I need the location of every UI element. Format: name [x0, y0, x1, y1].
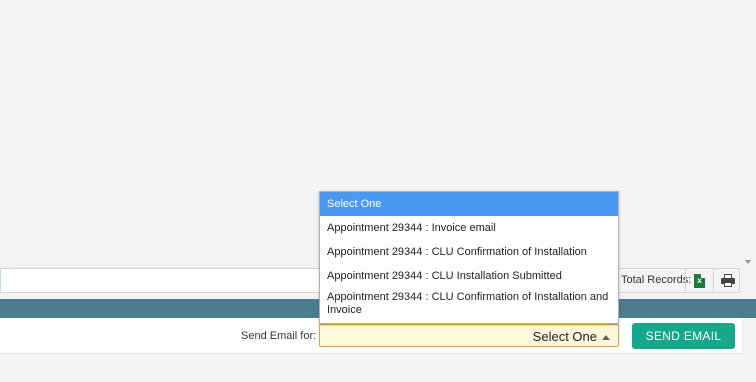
send-email-button[interactable]: SEND EMAIL: [632, 323, 735, 349]
scroll-down-arrow-icon[interactable]: [745, 260, 751, 264]
print-button[interactable]: [713, 269, 741, 292]
dropdown-option[interactable]: Appointment 29344 : Invoice email: [320, 216, 618, 240]
dropdown-option[interactable]: Appointment 29344 : CLU Confirmation of …: [320, 240, 618, 264]
excel-icon: x: [694, 273, 705, 288]
dropdown-option[interactable]: Appointment 29344 : CLU Installation Sub…: [320, 264, 618, 288]
select-current-value: Select One: [532, 329, 597, 344]
send-email-label: Send Email for:: [241, 330, 317, 342]
vertical-scrollbar[interactable]: [742, 0, 756, 268]
dropdown-option[interactable]: Select One: [320, 192, 618, 216]
send-email-dropdown-list: Select One Appointment 29344 : Invoice e…: [319, 191, 619, 324]
bottom-strip: [0, 355, 756, 382]
printer-icon: [720, 274, 735, 287]
export-excel-button[interactable]: x: [685, 269, 713, 292]
caret-up-icon: [602, 335, 610, 340]
grid-footer-pager: [1, 269, 321, 292]
send-email-select[interactable]: Select One: [319, 324, 619, 347]
dropdown-option[interactable]: Appointment 29344 : CLU Confirmation of …: [320, 288, 618, 324]
